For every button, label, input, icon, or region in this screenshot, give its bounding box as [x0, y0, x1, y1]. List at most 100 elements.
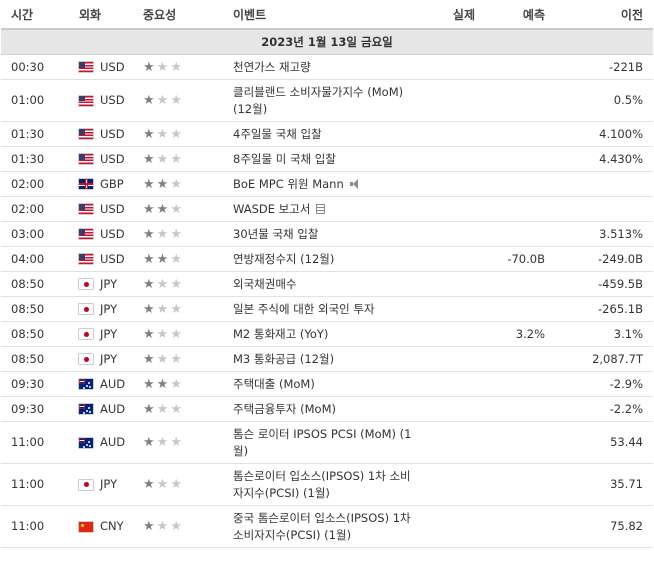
event-currency: JPY: [100, 326, 118, 341]
event-currency: USD: [100, 93, 125, 107]
event-forecast: [485, 296, 555, 322]
importance-stars: ★★★: [143, 477, 184, 492]
event-actual: [421, 146, 485, 172]
flag-jp-icon: [79, 279, 93, 289]
event-name-link[interactable]: 클리블랜드 소비자물가지수 (MoM) (12월): [233, 85, 403, 116]
event-currency-cell: USD: [69, 79, 133, 122]
event-cell: M2 통화재고 (YoY): [223, 321, 421, 347]
event-name-link[interactable]: 천연가스 재고량: [233, 60, 311, 74]
event-previous: -221B: [555, 54, 653, 80]
event-currency-cell: JPY: [69, 296, 133, 322]
importance-stars: ★★★: [143, 127, 184, 142]
table-row[interactable]: 11:00 JPY ★★★ 톰슨로이터 입소스(IPSOS) 1차 소비자지수(PCS…: [1, 463, 653, 506]
event-name-link[interactable]: 8주일물 미 국채 입찰: [233, 152, 336, 166]
importance-stars: ★★★: [143, 352, 184, 367]
table-row[interactable]: 08:50 JPY ★★★ M2 통화재고 (YoY) 3.2% 3.1%: [1, 321, 653, 347]
star-filled-icon: ★: [143, 376, 157, 392]
flag-jp-icon: [79, 304, 93, 314]
event-cell: 4주일물 국채 입찰: [223, 121, 421, 147]
event-forecast: -70.0B: [485, 246, 555, 272]
document-icon[interactable]: [316, 203, 326, 214]
table-row[interactable]: 02:00 USD ★★★ WASDE 보고서: [1, 196, 653, 222]
event-forecast: [485, 121, 555, 147]
table-row[interactable]: 01:30 USD ★★★ 4주일물 국채 입찰 4.100%: [1, 121, 653, 147]
star-filled-icon: ★: [143, 477, 157, 492]
star-empty-icon: ★: [156, 351, 171, 367]
flag-au-icon: [79, 379, 93, 389]
event-name-link[interactable]: WASDE 보고서: [233, 202, 310, 216]
event-name-link[interactable]: 톰슨로이터 입소스(IPSOS) 1차 소비자지수(PCSI) (1월): [233, 469, 411, 500]
event-actual: [421, 171, 485, 197]
event-currency-cell: JPY: [69, 321, 133, 347]
header-actual[interactable]: 실제: [421, 0, 485, 30]
star-empty-icon: ★: [156, 59, 171, 75]
event-previous: 75.82: [555, 505, 653, 548]
table-row[interactable]: 08:50 JPY ★★★ 일본 주식에 대한 외국인 투자 -265.1B: [1, 296, 653, 322]
star-empty-icon: ★: [170, 376, 184, 392]
table-row[interactable]: 04:00 USD ★★★ 연방재정수지 (12월) -70.0B -249.0B: [1, 246, 653, 272]
table-row[interactable]: 01:30 USD ★★★ 8주일물 미 국채 입찰 4.430%: [1, 146, 653, 172]
event-name-link[interactable]: 주택금융투자 (MoM): [233, 402, 336, 416]
header-currency[interactable]: 외화: [69, 0, 133, 30]
table-row[interactable]: 11:00 AUD ★★★ 톰슨 로이터 IPSOS PCSI (MoM) (1월) 5…: [1, 421, 653, 464]
event-actual: [421, 346, 485, 372]
table-row[interactable]: 08:50 JPY ★★★ 외국채권매수 -459.5B: [1, 271, 653, 297]
table-row[interactable]: 11:00 CNY ★★★ 중국 톰슨로이터 입소스(IPSOS) 1차 소비자지수(…: [1, 505, 653, 548]
event-currency-cell: CNY: [69, 505, 133, 548]
table-row[interactable]: 09:30 AUD ★★★ 주택금융투자 (MoM) -2.2%: [1, 396, 653, 422]
event-name-link[interactable]: 연방재정수지 (12월): [233, 252, 334, 266]
event-name-link[interactable]: M2 통화재고 (YoY): [233, 327, 328, 341]
event-time: 00:30: [1, 54, 69, 80]
flag-us-icon: [79, 229, 93, 239]
header-time[interactable]: 시간: [1, 0, 69, 30]
event-currency-cell: USD: [69, 196, 133, 222]
speaker-icon[interactable]: [349, 178, 360, 189]
star-filled-icon: ★: [143, 201, 157, 217]
event-cell: 천연가스 재고량: [223, 54, 421, 80]
event-currency-cell: USD: [69, 221, 133, 247]
flag-jp-icon: [79, 329, 93, 339]
table-row[interactable]: 08:50 JPY ★★★ M3 통화공급 (12월) 2,087.7T: [1, 346, 653, 372]
event-forecast: [485, 463, 555, 506]
event-currency-cell: JPY: [69, 271, 133, 297]
event-name-link[interactable]: 톰슨 로이터 IPSOS PCSI (MoM) (1월): [233, 427, 411, 458]
header-previous[interactable]: 이전: [555, 0, 653, 30]
header-forecast[interactable]: 예측: [485, 0, 555, 30]
event-actual: [421, 321, 485, 347]
event-cell: 외국채권매수: [223, 271, 421, 297]
table-row[interactable]: 03:00 USD ★★★ 30년물 국채 입찰 3.513%: [1, 221, 653, 247]
star-empty-icon: ★: [156, 151, 171, 167]
event-name-link[interactable]: 외국채권매수: [233, 277, 296, 291]
event-currency: AUD: [100, 401, 126, 416]
event-forecast: [485, 221, 555, 247]
event-time: 09:30: [1, 396, 69, 422]
event-name-link[interactable]: 중국 톰슨로이터 입소스(IPSOS) 1차 소비자지수(PCSI) (1월): [233, 511, 411, 542]
event-previous: -249.0B: [555, 246, 653, 272]
event-name-link[interactable]: BoE MPC 위원 Mann: [233, 177, 344, 191]
table-row[interactable]: 00:30 USD ★★★ 천연가스 재고량 -221B: [1, 54, 653, 80]
table-row[interactable]: 02:00 GBP ★★★ BoE MPC 위원 Mann: [1, 171, 653, 197]
event-name-link[interactable]: M3 통화공급 (12월): [233, 352, 334, 366]
star-empty-icon: ★: [170, 176, 184, 192]
event-name-link[interactable]: 일본 주식에 대한 외국인 투자: [233, 302, 375, 316]
event-actual: [421, 221, 485, 247]
event-cell: 일본 주식에 대한 외국인 투자: [223, 296, 421, 322]
header-importance[interactable]: 중요성: [133, 0, 223, 30]
flag-jp-icon: [79, 354, 93, 364]
star-filled-icon: ★: [143, 351, 157, 367]
table-row[interactable]: 09:30 AUD ★★★ 주택대출 (MoM) -2.9%: [1, 371, 653, 397]
event-cell: M3 통화공급 (12월): [223, 346, 421, 372]
star-filled-icon: ★: [156, 376, 171, 392]
event-currency: USD: [100, 151, 125, 166]
event-name-link[interactable]: 주택대출 (MoM): [233, 377, 315, 391]
event-name-link[interactable]: 4주일물 국채 입찰: [233, 127, 322, 141]
event-forecast: [485, 54, 555, 80]
star-filled-icon: ★: [143, 226, 157, 242]
event-previous: -2.2%: [555, 396, 653, 422]
event-currency: USD: [100, 251, 125, 266]
table-row[interactable]: 01:00 USD ★★★ 클리블랜드 소비자물가지수 (MoM) (12월) 0.5%: [1, 79, 653, 122]
event-currency-cell: GBP: [69, 171, 133, 197]
header-event[interactable]: 이벤트: [223, 0, 421, 30]
event-actual: [421, 54, 485, 80]
event-name-link[interactable]: 30년물 국채 입찰: [233, 227, 318, 241]
